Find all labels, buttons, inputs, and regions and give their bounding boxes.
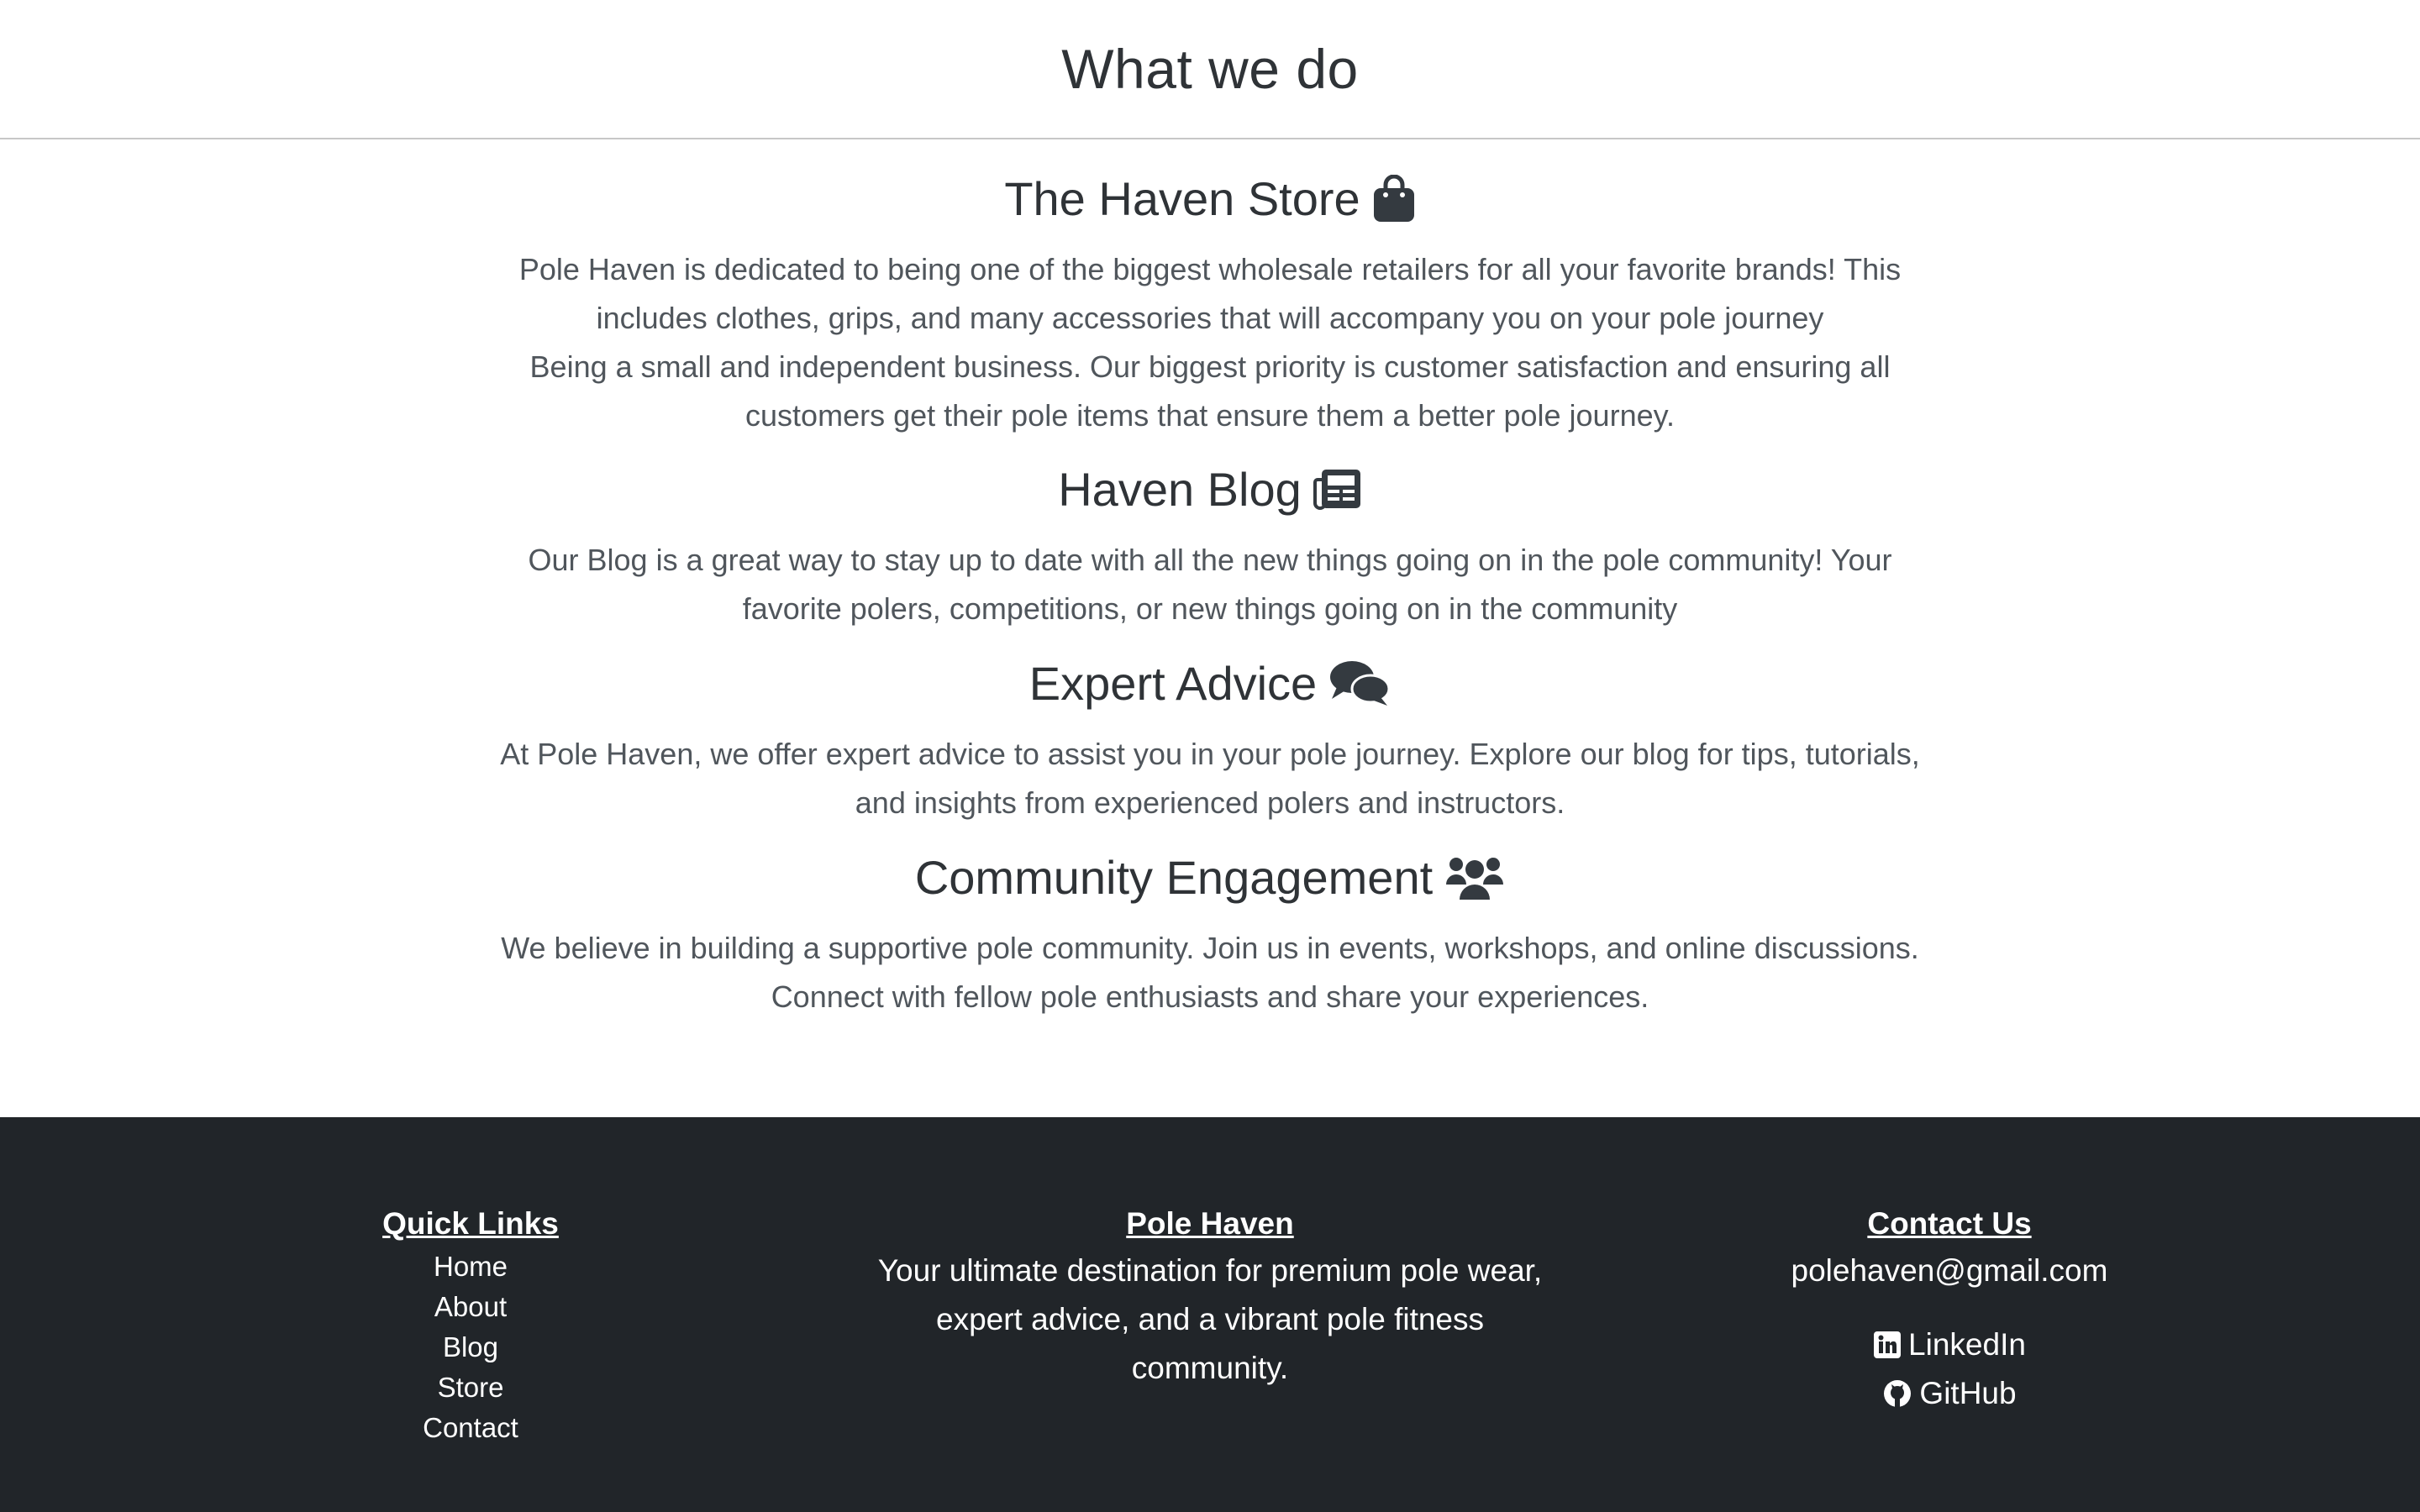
linkedin-link[interactable]: LinkedIn [1781,1320,2118,1369]
linkedin-icon [1874,1331,1902,1358]
users-icon [1446,858,1504,900]
footer-about: Pole Haven Your ultimate destination for… [874,1201,1546,1393]
page: What we do The Haven Store Pole Haven is… [0,0,2420,1512]
social-links: LinkedIn GitHub [1781,1320,2118,1418]
quick-links-list: Home About Blog Store Contact [302,1247,639,1448]
section-text: Pole Haven is dedicated to being one of … [518,252,1902,335]
newspaper-icon [1313,470,1360,510]
footer-link-about[interactable]: About [302,1287,639,1327]
section-haven-store: The Haven Store Pole Haven is dedicated … [0,166,2420,440]
comments-icon [1330,661,1391,706]
section-text: Our Blog is a great way to stay up to da… [528,543,1892,626]
footer-link-contact[interactable]: Contact [302,1408,639,1448]
github-link[interactable]: GitHub [1781,1369,2118,1418]
section-title: Community Engagement [914,850,1434,904]
footer-heading: Quick Links [382,1206,559,1241]
section-community-engagement: Community Engagement We believe in build… [0,845,2420,1021]
section-text: We believe in building a supportive pole… [501,931,1919,1014]
footer-link-blog[interactable]: Blog [302,1327,639,1368]
site-footer: Quick Links Home About Blog Store Contac… [0,1117,2420,1512]
shopping-bag-icon [1373,175,1414,222]
footer-contact: Contact Us polehaven@gmail.com LinkedIn [1781,1201,2118,1418]
footer-quick-links: Quick Links Home About Blog Store Contac… [302,1201,639,1448]
page-header: What we do [0,0,2420,139]
github-label: GitHub [1919,1376,2017,1410]
section-title: Haven Blog [1058,462,1302,516]
section-heading: Community Engagement [0,845,2420,909]
section-title: The Haven Store [1004,171,1360,225]
section-text: At Pole Haven, we offer expert advice to… [500,737,1920,820]
section-haven-blog: Haven Blog Our Blog is a great way to st… [0,457,2420,633]
section-text: Being a small and independent business. … [529,349,1891,433]
section-heading: The Haven Store [0,166,2420,230]
github-icon [1884,1380,1912,1407]
linkedin-label: LinkedIn [1908,1327,2026,1362]
section-heading: Expert Advice [0,651,2420,715]
footer-heading: Contact Us [1867,1206,2032,1241]
section-title: Expert Advice [1028,656,1318,710]
footer-link-home[interactable]: Home [302,1247,639,1287]
section-expert-advice: Expert Advice At Pole Haven, we offer ex… [0,651,2420,827]
contact-email[interactable]: polehaven@gmail.com [1781,1247,2118,1295]
footer-heading: Pole Haven [1126,1206,1294,1241]
section-heading: Haven Blog [0,457,2420,521]
footer-link-store[interactable]: Store [302,1368,639,1408]
page-title: What we do [1061,38,1359,100]
footer-about-text: Your ultimate destination for premium po… [877,1253,1543,1385]
